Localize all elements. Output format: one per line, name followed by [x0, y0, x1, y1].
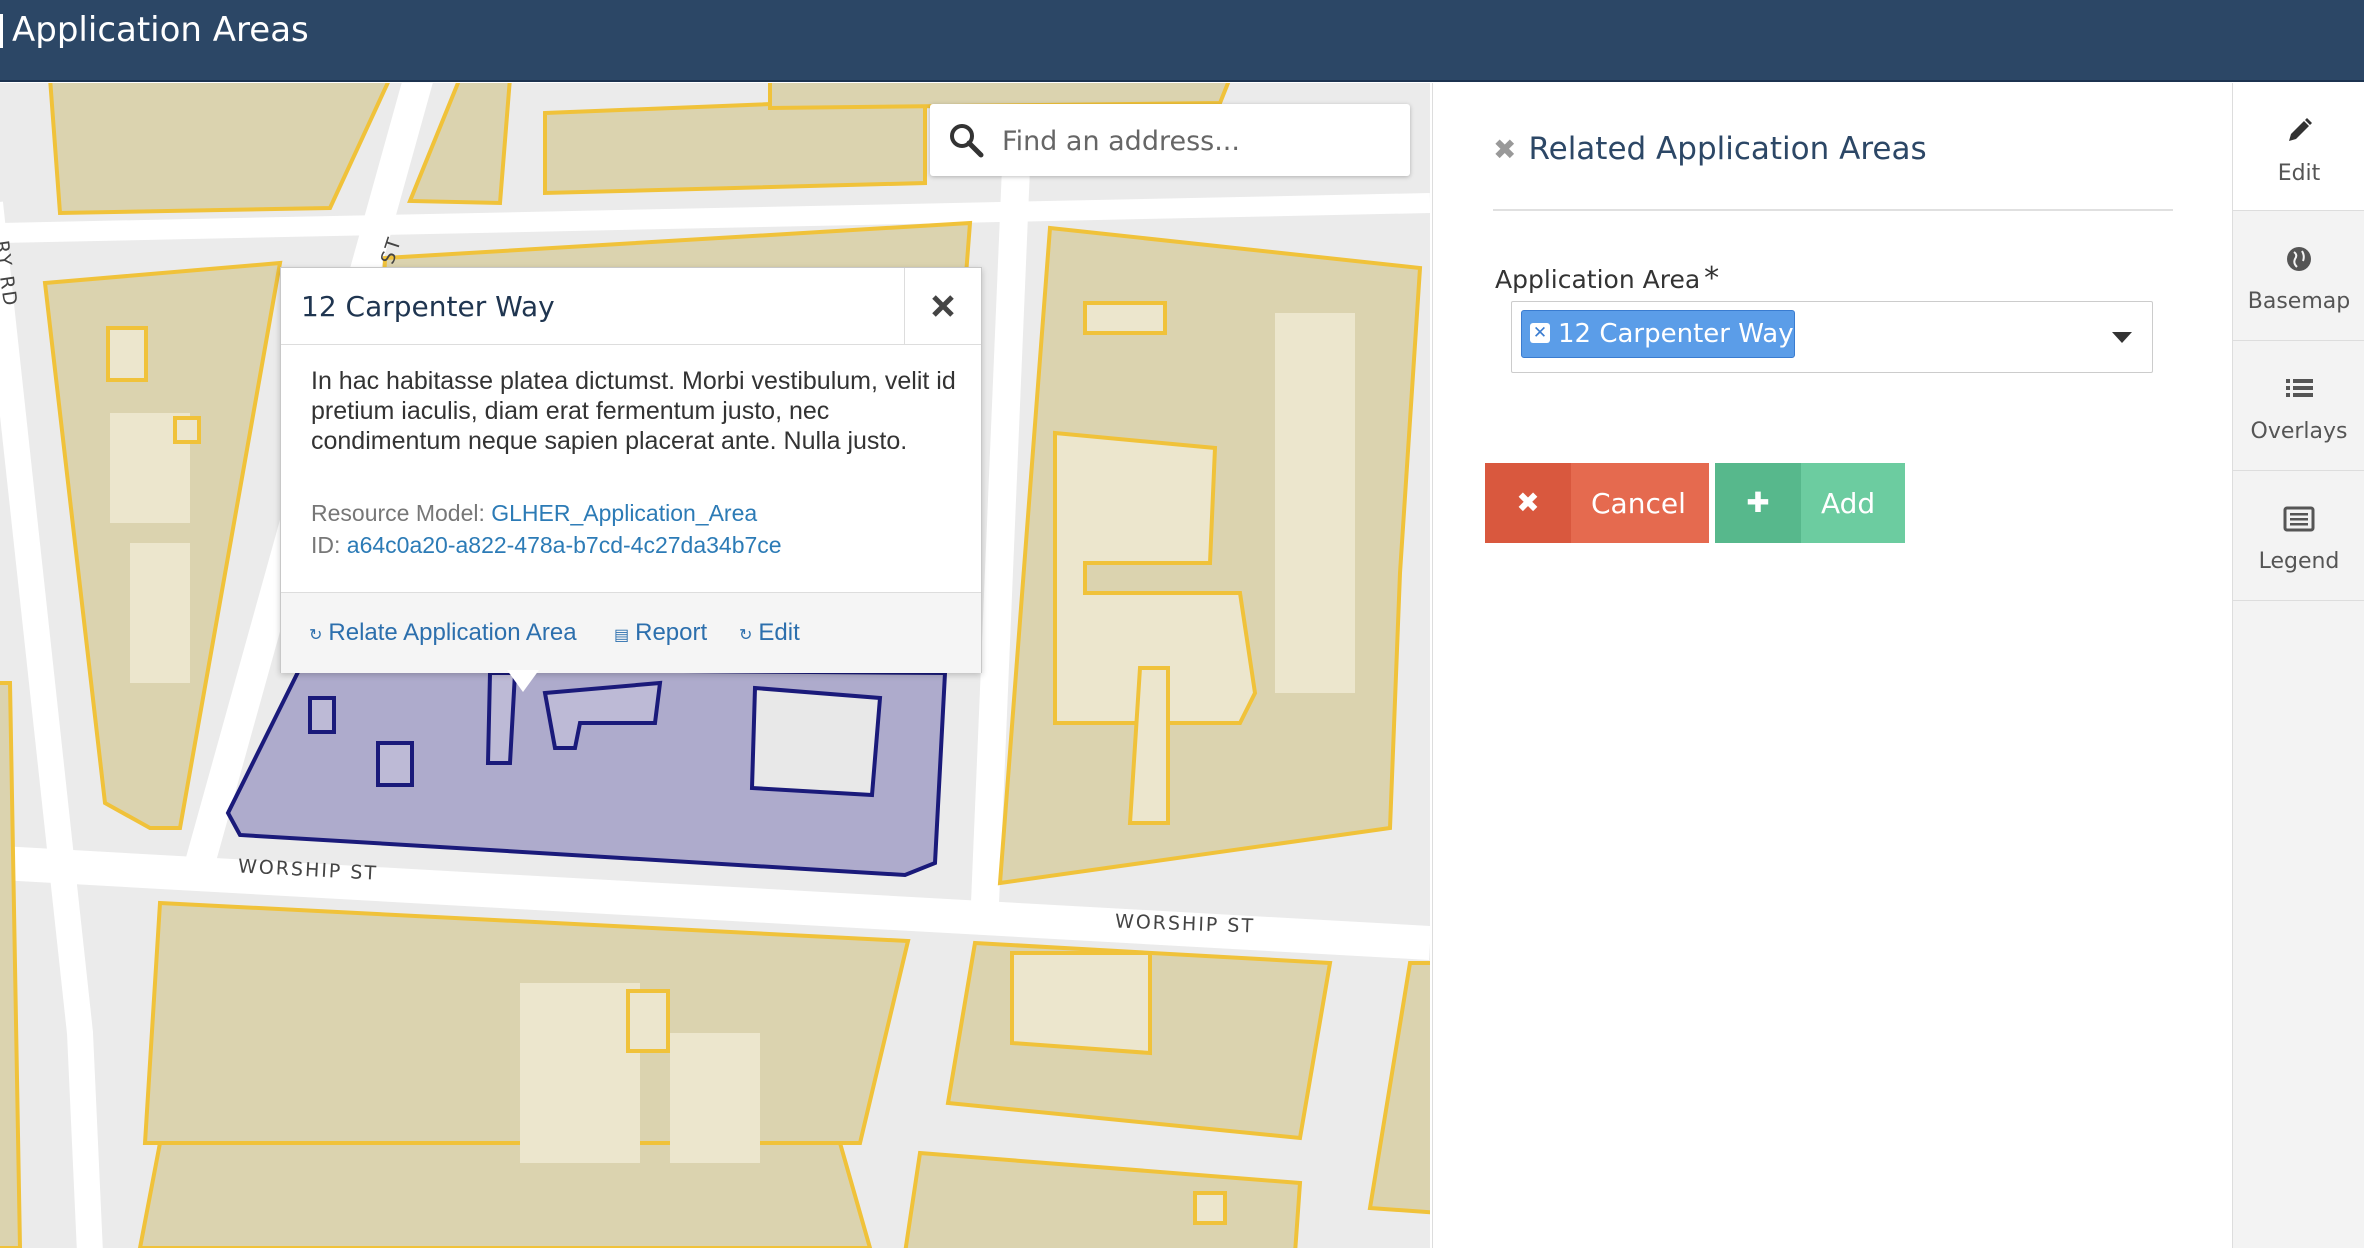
- building-block: [543, 95, 927, 196]
- resource-model-row: Resource Model: GLHER_Application_Area: [311, 500, 757, 527]
- tab-basemap-label: Basemap: [2247, 289, 2351, 314]
- tab-edit-label: Edit: [2277, 161, 2321, 186]
- dropdown-caret-icon[interactable]: [2112, 332, 2132, 343]
- list-icon: [2286, 379, 2313, 397]
- address-search-input[interactable]: [1000, 118, 1394, 164]
- sub-building: [1010, 951, 1152, 1056]
- selected-application-area: [225, 665, 948, 878]
- sub-building: [626, 989, 670, 1053]
- report-link[interactable]: ▤ Report: [614, 619, 707, 647]
- sub-building: [1193, 1191, 1227, 1225]
- popup-close-button[interactable]: [904, 268, 981, 344]
- globe-icon: [2287, 247, 2311, 271]
- popup-description: In hac habitasse platea dictumst. Morbi …: [311, 367, 956, 455]
- building-block: [137, 1141, 873, 1248]
- remove-tag-icon[interactable]: ✕: [1530, 323, 1550, 343]
- tab-edit[interactable]: Edit: [2233, 83, 2364, 211]
- panel-title: Related Application Areas: [1528, 131, 1927, 167]
- map-view[interactable]: WORSHIP ST WORSHIP ST CLE ST RY RD 12 Ca…: [0, 83, 1430, 1248]
- refresh-icon: ↻: [309, 627, 323, 644]
- popup-header: 12 Carpenter Way: [281, 268, 981, 345]
- close-icon: [932, 295, 954, 317]
- popup-pointer: [507, 670, 539, 692]
- building-block: [0, 681, 23, 1248]
- cancel-button-label: Cancel: [1591, 487, 1686, 520]
- selected-tag: ✕ 12 Carpenter Way: [1521, 310, 1795, 358]
- tab-overlays[interactable]: Overlays: [2233, 341, 2364, 471]
- footprint: [130, 543, 190, 683]
- cancel-button[interactable]: ✖ Cancel: [1485, 463, 1709, 543]
- document-icon: ▤: [614, 627, 630, 644]
- resource-id-row: ID: a64c0a20-a822-478a-b7cd-4c27da34b7ce: [311, 532, 782, 559]
- application-area-select[interactable]: ✕ 12 Carpenter Way: [1511, 301, 2153, 373]
- add-button[interactable]: ✚ Add: [1715, 463, 1905, 543]
- close-panel-icon[interactable]: ✖: [1493, 133, 1516, 166]
- tab-overlays-label: Overlays: [2250, 419, 2348, 444]
- page-title: Application Areas: [12, 10, 309, 50]
- selected-subunit: [308, 696, 336, 734]
- app-header: Application Areas: [0, 0, 2364, 82]
- panel-divider: [1493, 209, 2173, 211]
- tab-basemap[interactable]: Basemap: [2233, 211, 2364, 341]
- address-search-box[interactable]: [930, 104, 1410, 176]
- sub-building: [1083, 301, 1167, 335]
- required-mark: *: [1704, 261, 1720, 296]
- add-button-label: Add: [1821, 487, 1876, 520]
- resource-id-link[interactable]: a64c0a20-a822-478a-b7cd-4c27da34b7ce: [347, 532, 782, 558]
- selected-subunit: [749, 685, 883, 798]
- edit-link[interactable]: ↻ Edit: [739, 619, 800, 647]
- cancel-x-icon: ✖: [1485, 463, 1571, 543]
- tab-legend-label: Legend: [2258, 549, 2340, 574]
- edit-panel: ✖ Related Application Areas Application A…: [1432, 83, 2233, 1248]
- footprint: [670, 1033, 760, 1163]
- feature-popup: 12 Carpenter Way In hac habitasse platea…: [280, 267, 982, 692]
- plus-icon: ✚: [1715, 463, 1801, 543]
- popup-title: 12 Carpenter Way: [301, 290, 555, 323]
- building-block: [48, 83, 390, 216]
- sub-building: [106, 326, 148, 382]
- popup-actions: ↻ Relate Application Area ▤ Report ↻ Edit: [281, 592, 981, 673]
- building-block: [1367, 961, 1430, 1215]
- resource-model-link[interactable]: GLHER_Application_Area: [491, 500, 757, 526]
- header-edge-marker: [0, 14, 3, 48]
- map-tools-rail: Edit Basemap Overlays Legend: [2232, 83, 2364, 1248]
- footprint: [520, 983, 640, 1163]
- panel-header: ✖ Related Application Areas: [1493, 131, 1927, 167]
- tab-legend[interactable]: Legend: [2233, 471, 2364, 601]
- footprint: [1275, 313, 1355, 693]
- refresh-icon: ↻: [739, 627, 753, 644]
- search-icon: [950, 124, 984, 158]
- selected-tag-label: 12 Carpenter Way: [1558, 319, 1794, 349]
- pencil-icon: [2289, 118, 2312, 141]
- sub-building: [173, 416, 201, 444]
- legend-icon: [2283, 506, 2315, 532]
- selected-subunit: [376, 741, 414, 787]
- resource-id-label: ID:: [311, 532, 341, 558]
- application-area-label: Application Area *: [1495, 261, 1720, 296]
- resource-model-label: Resource Model:: [311, 500, 485, 526]
- building-block: [903, 1150, 1303, 1248]
- relate-application-area-link[interactable]: ↻ Relate Application Area: [309, 619, 577, 647]
